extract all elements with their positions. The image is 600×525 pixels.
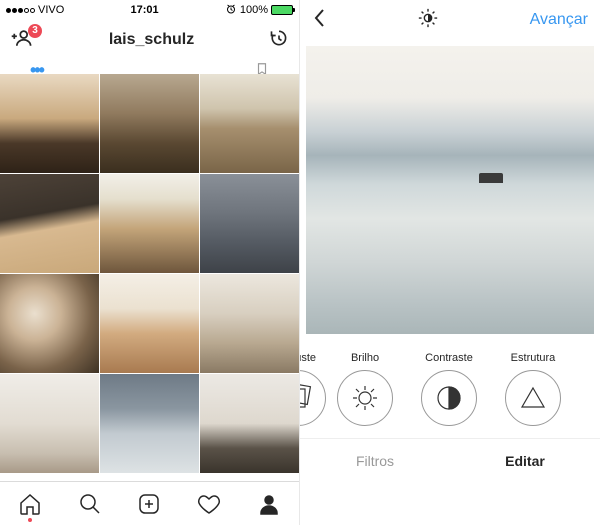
archive-button[interactable] — [269, 28, 289, 53]
photo-thumb[interactable] — [0, 374, 99, 473]
signal-icon — [6, 8, 35, 13]
photo-thumb[interactable] — [200, 174, 299, 273]
photo-thumb[interactable] — [0, 74, 99, 173]
username[interactable]: lais_schulz — [109, 31, 194, 49]
friend-badge: 3 — [28, 24, 42, 38]
edit-header: Avançar — [300, 0, 600, 40]
alarm-icon — [225, 3, 237, 18]
photo-preview[interactable] — [306, 46, 594, 334]
preview-area — [300, 40, 600, 340]
tool-label: Ajuste — [300, 352, 316, 364]
lux-button[interactable] — [417, 7, 439, 34]
tab-activity[interactable] — [189, 492, 229, 516]
photo-thumb[interactable] — [100, 74, 199, 173]
photo-grid — [0, 74, 299, 481]
notification-dot-icon — [28, 518, 32, 522]
tab-profile[interactable] — [249, 492, 289, 516]
carrier-label: VIVO — [38, 4, 64, 16]
clock: 17:01 — [64, 4, 225, 16]
photo-thumb[interactable] — [200, 74, 299, 173]
tool-brightness[interactable]: Brilho — [330, 352, 400, 426]
photo-thumb[interactable] — [100, 374, 199, 473]
profile-header: 3 lais_schulz — [0, 20, 299, 60]
bookmark-tab[interactable] — [255, 60, 269, 74]
tool-label: Contraste — [425, 352, 473, 364]
edit-tools[interactable]: Ajuste Brilho Contraste Estrutura — [300, 340, 600, 438]
edit-screen: Avançar Ajuste Brilho Contraste Estrutur… — [300, 0, 600, 525]
photo-thumb[interactable] — [100, 174, 199, 273]
tool-label: Estrutura — [511, 352, 556, 364]
status-bar: VIVO 17:01 100% — [0, 0, 299, 20]
tab-add[interactable] — [129, 492, 169, 516]
add-friend-button[interactable]: 3 — [10, 29, 34, 52]
photo-thumb[interactable] — [200, 374, 299, 473]
tool-adjust[interactable]: Ajuste — [300, 352, 316, 426]
back-button[interactable] — [312, 8, 326, 33]
tab-search[interactable] — [70, 492, 110, 516]
tab-home[interactable] — [10, 492, 50, 516]
mode-edit[interactable]: Editar — [450, 439, 600, 482]
battery-pct: 100% — [240, 4, 268, 16]
tool-label: Brilho — [351, 352, 379, 364]
advance-button[interactable]: Avançar — [530, 11, 588, 29]
bottom-tabbar — [0, 481, 299, 525]
view-mode-row: ••• — [0, 60, 299, 74]
photo-thumb[interactable] — [100, 274, 199, 373]
mode-row: Filtros Editar — [300, 438, 600, 482]
photo-thumb[interactable] — [0, 274, 99, 373]
photo-thumb[interactable] — [200, 274, 299, 373]
battery-icon — [271, 5, 293, 15]
profile-screen: VIVO 17:01 100% 3 lais_schulz ••• — [0, 0, 300, 525]
photo-thumb[interactable] — [0, 174, 99, 273]
grid-view-tab[interactable]: ••• — [30, 60, 43, 74]
tool-contrast[interactable]: Contraste — [414, 352, 484, 426]
mode-filters[interactable]: Filtros — [300, 439, 450, 482]
tool-structure[interactable]: Estrutura — [498, 352, 568, 426]
